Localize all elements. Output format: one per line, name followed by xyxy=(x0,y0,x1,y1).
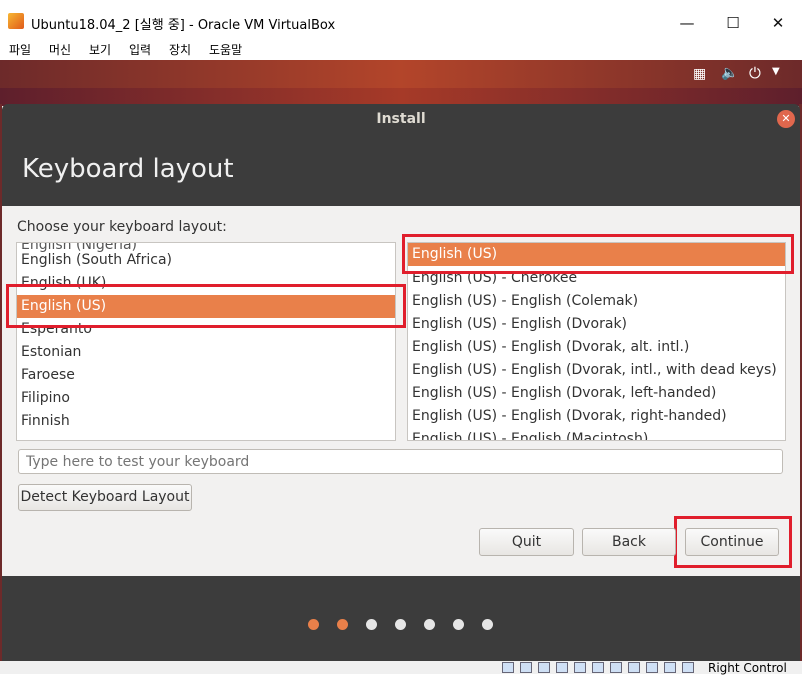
chevron-down-icon[interactable]: ▼ xyxy=(772,66,780,77)
variant-list-item[interactable]: English (US) - English (Macintosh) xyxy=(408,428,785,440)
power-icon[interactable]: ⏻ xyxy=(749,64,761,82)
menu-input[interactable]: 입력 xyxy=(129,41,151,58)
audio-icon[interactable] xyxy=(538,662,550,673)
host-key-label: Right Control xyxy=(708,661,787,675)
minimize-button[interactable]: — xyxy=(667,8,707,38)
layout-list-item[interactable]: Filipino xyxy=(17,387,395,410)
mouse-integration-icon[interactable] xyxy=(664,662,676,673)
shared-folder-icon[interactable] xyxy=(592,662,604,673)
cpu-icon[interactable] xyxy=(646,662,658,673)
window-title: Ubuntu18.04_2 [실행 중] - Oracle VM Virtual… xyxy=(31,18,336,33)
progress-dot-done xyxy=(308,619,319,630)
layout-list-item[interactable]: Finnish xyxy=(17,410,395,433)
maximize-button[interactable]: ☐ xyxy=(713,8,753,38)
layout-list-item[interactable]: English (South Africa) xyxy=(17,249,395,272)
virtualbox-icon xyxy=(8,13,24,29)
hdd-icon[interactable] xyxy=(502,662,514,673)
progress-dot xyxy=(424,619,435,630)
layout-list-item[interactable]: Estonian xyxy=(17,341,395,364)
variant-list-item[interactable]: English (US) - English (Dvorak, intl., w… xyxy=(408,359,785,382)
menu-help[interactable]: 도움말 xyxy=(209,41,242,58)
highlight-box-variant xyxy=(402,234,794,274)
progress-dot-done xyxy=(337,619,348,630)
menu-machine[interactable]: 머신 xyxy=(49,41,71,58)
menu-file[interactable]: 파일 xyxy=(9,41,31,58)
continue-button[interactable]: Continue xyxy=(685,528,779,556)
usb-icon[interactable] xyxy=(574,662,586,673)
variant-list-item[interactable]: English (US) - English (Dvorak) xyxy=(408,313,785,336)
progress-dot xyxy=(453,619,464,630)
recording-icon[interactable] xyxy=(628,662,640,673)
top-panel xyxy=(0,60,802,88)
keyboard-test-input[interactable] xyxy=(18,449,783,474)
display-icon[interactable] xyxy=(610,662,622,673)
network-adapter-icon[interactable] xyxy=(556,662,568,673)
layout-list[interactable]: English (Nigeria) English (South Africa)… xyxy=(16,242,396,441)
close-window-button[interactable]: ✕ xyxy=(758,8,798,38)
menubar: 파일 머신 보기 입력 장치 도움말 xyxy=(0,40,802,60)
optical-drive-icon[interactable] xyxy=(520,662,532,673)
progress-dot xyxy=(366,619,377,630)
dialog-close-button[interactable]: ✕ xyxy=(777,110,795,128)
detect-layout-button[interactable]: Detect Keyboard Layout xyxy=(18,484,192,511)
back-button[interactable]: Back xyxy=(582,528,676,556)
highlight-box-layout xyxy=(6,284,406,328)
progress-dot xyxy=(395,619,406,630)
volume-icon[interactable]: 🔈 xyxy=(721,65,738,81)
network-icon[interactable]: ▦ xyxy=(693,66,706,82)
keyboard-capture-icon[interactable] xyxy=(682,662,694,673)
variant-list-item[interactable]: English (US) - English (Dvorak, left-han… xyxy=(408,382,785,405)
panel-clock[interactable]: Sat 14:15 xyxy=(370,6,440,21)
variant-list-item[interactable]: English (US) - English (Dvorak, right-ha… xyxy=(408,405,785,428)
progress-dot xyxy=(482,619,493,630)
menu-devices[interactable]: 장치 xyxy=(169,41,191,58)
choose-layout-label: Choose your keyboard layout: xyxy=(17,219,227,235)
variant-list-item[interactable]: English (US) - English (Dvorak, alt. int… xyxy=(408,336,785,359)
quit-button[interactable]: Quit xyxy=(479,528,574,556)
page-title: Keyboard layout xyxy=(22,154,234,184)
layout-list-item[interactable]: Faroese xyxy=(17,364,395,387)
menu-view[interactable]: 보기 xyxy=(89,41,111,58)
dialog-title: Install xyxy=(376,111,426,127)
variant-list-item[interactable]: English (US) - English (Colemak) xyxy=(408,290,785,313)
